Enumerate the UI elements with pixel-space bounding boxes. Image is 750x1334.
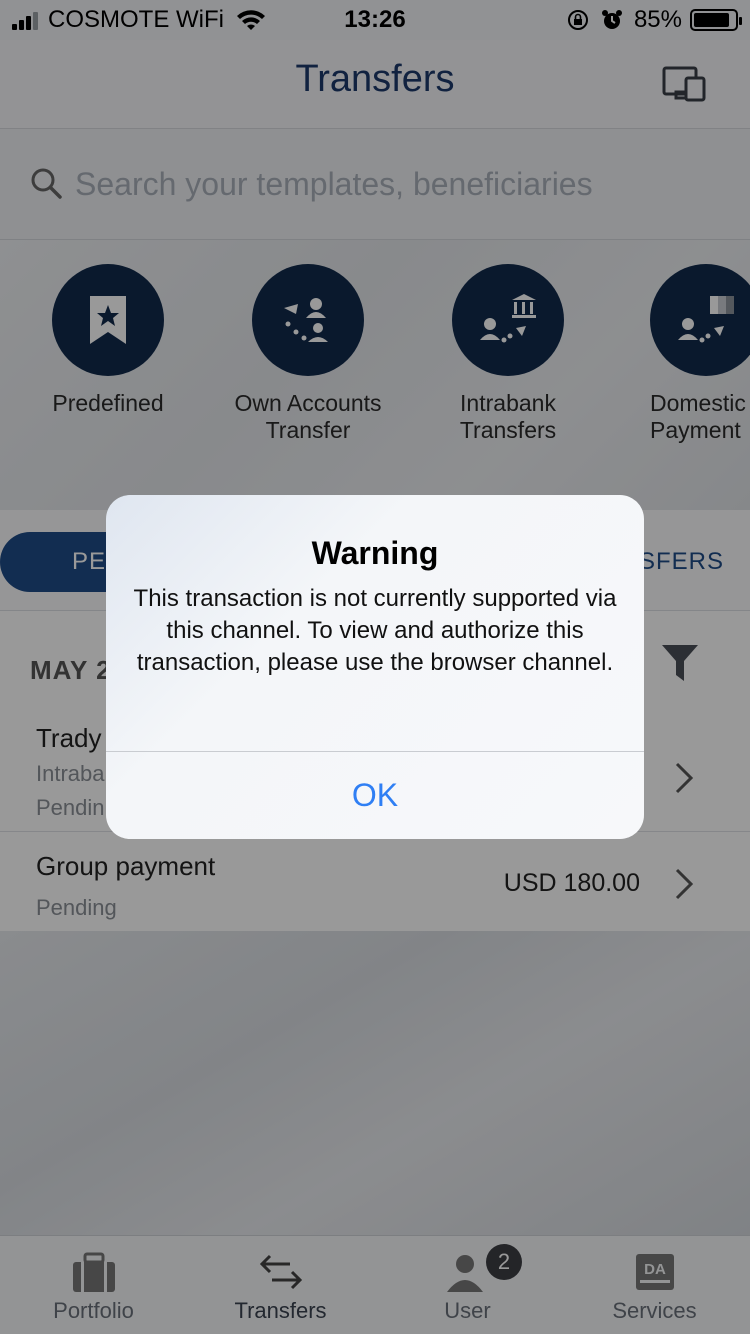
dialog-message: This transaction is not currently suppor… — [133, 585, 617, 676]
warning-dialog: Warning This transaction is not currentl… — [106, 495, 644, 839]
transfers-screen: COSMOTE WiFi 13:26 85% Transfers Search … — [0, 0, 750, 1334]
dialog-title: Warning — [311, 535, 439, 571]
ok-button[interactable]: OK — [106, 752, 644, 839]
